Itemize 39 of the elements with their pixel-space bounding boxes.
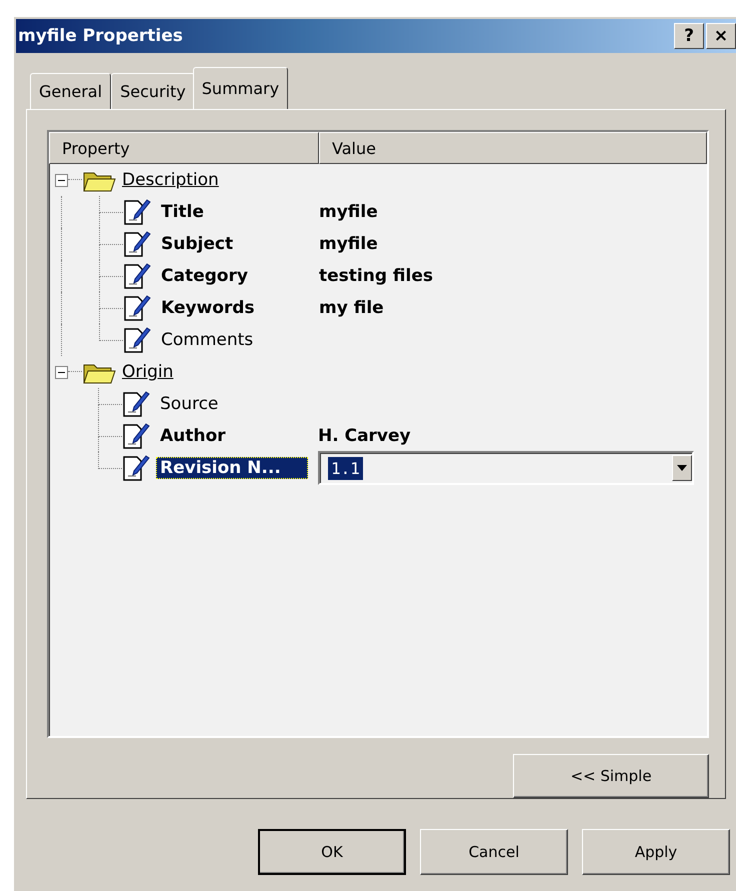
property-name[interactable]: Comments: [157, 329, 309, 351]
document-pen-icon: [123, 230, 151, 258]
window-title: myfile Properties: [18, 26, 183, 46]
collapse-box[interactable]: [55, 174, 68, 186]
document-pen-icon: [123, 198, 151, 226]
property-name[interactable]: Keywords: [157, 297, 309, 319]
dialog-button[interactable]: Apply: [582, 829, 730, 875]
document-pen-icon: [122, 422, 150, 450]
dropdown-arrow-icon[interactable]: [677, 465, 687, 471]
property-value: testing files: [319, 266, 433, 286]
property-name[interactable]: Source: [156, 393, 308, 415]
property-value: my file: [319, 298, 384, 318]
property-name[interactable]: Revision N...: [156, 457, 308, 479]
property-name[interactable]: Category: [157, 265, 309, 287]
property-value: H. Carvey: [318, 426, 411, 446]
dialog-button[interactable]: OK: [258, 829, 406, 875]
tab[interactable]: General: [30, 73, 112, 109]
collapse-box[interactable]: [55, 366, 68, 378]
simple-button[interactable]: << Simple: [513, 754, 709, 798]
document-pen-icon: [122, 390, 150, 418]
tab[interactable]: Security: [111, 73, 195, 109]
help-button[interactable]: ?: [674, 23, 704, 49]
column-header[interactable]: Value: [319, 132, 707, 164]
close-button[interactable]: ×: [706, 23, 736, 49]
document-pen-icon: [123, 294, 151, 322]
property-name[interactable]: Subject: [157, 233, 309, 255]
document-pen-icon: [123, 326, 151, 354]
property-value: myfile: [319, 202, 378, 222]
group-label[interactable]: Description: [122, 170, 219, 190]
document-pen-icon: [123, 262, 151, 290]
document-pen-icon: [122, 454, 150, 482]
column-header[interactable]: Property: [49, 132, 319, 164]
value-combo-box[interactable]: 1.1: [318, 451, 694, 485]
property-value: myfile: [319, 234, 378, 254]
tab[interactable]: Summary: [192, 67, 288, 109]
property-name[interactable]: Title: [157, 201, 309, 223]
property-name[interactable]: Author: [156, 425, 308, 447]
dialog-button[interactable]: Cancel: [420, 829, 568, 875]
group-label[interactable]: Origin: [122, 362, 174, 382]
